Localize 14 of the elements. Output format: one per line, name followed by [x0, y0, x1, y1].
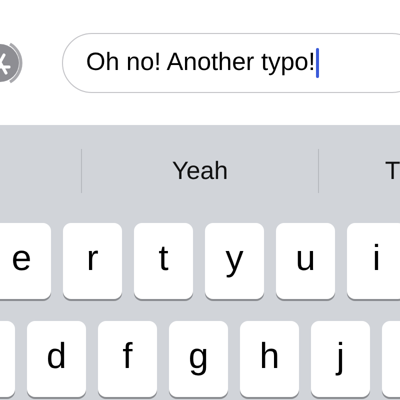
keyboard-key[interactable]: r [63, 223, 122, 299]
keyboard-key[interactable]: j [311, 321, 370, 397]
keyboard-key[interactable]: t [134, 223, 193, 299]
suggestion[interactable]: Yeah [172, 156, 228, 184]
keyboard-key[interactable]: u [276, 223, 335, 299]
keyboard-key[interactable]: g [169, 321, 228, 397]
suggestion[interactable]: T [385, 156, 400, 184]
keyboard-key[interactable]: f [98, 321, 157, 397]
keyboard-key[interactable]: e [0, 223, 51, 299]
keyboard-key[interactable]: h [240, 321, 299, 397]
keyboard-key[interactable]: i [347, 223, 400, 299]
message-field[interactable]: Oh no! Another typo! [62, 32, 400, 92]
keyboard-key[interactable]: d [27, 321, 86, 397]
keyboard-key[interactable]: y [205, 223, 264, 299]
